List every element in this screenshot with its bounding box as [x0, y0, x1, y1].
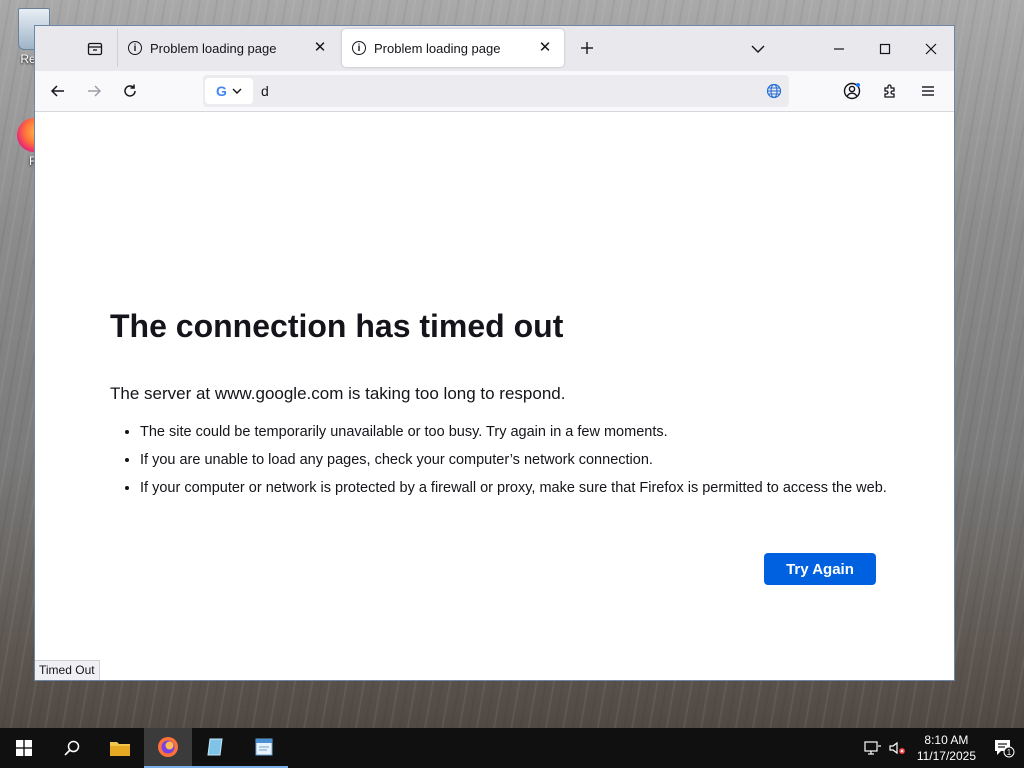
address-input[interactable] — [259, 82, 759, 100]
info-icon: i — [352, 41, 366, 55]
notification-icon: 1 — [995, 740, 1015, 758]
search-button[interactable] — [48, 728, 96, 768]
clock-date: 11/17/2025 — [916, 749, 976, 763]
tab-title: Problem loading page — [374, 40, 501, 56]
taskbar-firefox[interactable] — [144, 728, 192, 768]
notebook-icon — [207, 738, 223, 756]
toolbar-right — [832, 75, 946, 107]
reload-icon — [124, 84, 136, 97]
error-page: The connection has timed out The server … — [35, 112, 954, 680]
tab-title: Problem loading page — [150, 40, 277, 56]
taskbar-app-notes[interactable] — [192, 728, 240, 768]
search-icon — [64, 740, 80, 756]
window-controls — [816, 26, 954, 71]
volume-muted-icon[interactable] — [885, 728, 909, 768]
app-window-icon — [255, 738, 273, 756]
minimize-button[interactable] — [816, 26, 862, 71]
try-again-button[interactable]: Try Again — [764, 553, 876, 585]
forward-button[interactable] — [77, 75, 111, 107]
new-tab-button[interactable] — [567, 29, 607, 67]
chevron-down-icon — [232, 88, 242, 94]
action-center-button[interactable]: 1 — [984, 728, 1024, 768]
list-item: If your computer or network is protected… — [140, 478, 890, 498]
clock-time: 8:10 AM — [924, 733, 969, 747]
error-title: The connection has timed out — [110, 308, 564, 344]
chevron-down-icon — [751, 45, 765, 53]
tab-problem-loading-2[interactable]: i Problem loading page ✕ — [342, 29, 564, 67]
account-button[interactable] — [834, 75, 870, 107]
windows-logo-icon — [16, 740, 32, 756]
taskbar-clock[interactable]: 8:10 AM 11/17/2025 — [917, 732, 976, 764]
back-button[interactable] — [41, 75, 75, 107]
url-bar[interactable]: G — [203, 75, 789, 107]
reload-button[interactable] — [113, 75, 147, 107]
menu-button[interactable] — [910, 75, 946, 107]
globe-icon[interactable] — [759, 83, 789, 99]
network-icon[interactable] — [861, 728, 885, 768]
navigation-toolbar: G — [35, 71, 954, 112]
taskbar-file-explorer[interactable] — [96, 728, 144, 768]
taskbar: 8:10 AM 11/17/2025 1 — [0, 728, 1024, 768]
firefox-icon — [158, 737, 178, 757]
start-button[interactable] — [0, 728, 48, 768]
info-icon: i — [128, 41, 142, 55]
hamburger-menu-icon — [922, 86, 934, 96]
extensions-button[interactable] — [872, 75, 908, 107]
close-icon — [925, 43, 937, 54]
minimize-icon — [834, 47, 844, 50]
notification-count: 1 — [1007, 748, 1012, 757]
plus-icon — [581, 42, 593, 54]
list-all-tabs-button[interactable] — [738, 26, 778, 71]
folder-icon — [110, 742, 130, 756]
firefox-view-button[interactable] — [73, 26, 117, 71]
tab-bar: i Problem loading page ✕ i Problem loadi… — [35, 26, 954, 71]
error-description: The server at www.google.com is taking t… — [110, 384, 566, 403]
search-engine-button[interactable]: G — [205, 78, 253, 104]
close-tab-icon[interactable]: ✕ — [536, 39, 554, 57]
taskbar-app-window[interactable] — [240, 728, 288, 768]
arrow-left-icon — [50, 85, 64, 97]
system-tray: 8:10 AM 11/17/2025 1 — [861, 728, 1024, 768]
google-icon: G — [216, 83, 227, 99]
list-item: The site could be temporarily unavailabl… — [140, 422, 890, 442]
list-item: If you are unable to load any pages, che… — [140, 450, 890, 470]
account-icon — [843, 82, 861, 100]
puzzle-icon — [884, 84, 895, 98]
maximize-icon — [879, 43, 891, 54]
browser-window: i Problem loading page ✕ i Problem loadi… — [34, 25, 955, 681]
arrow-right-icon — [88, 85, 102, 97]
tab-problem-loading-1[interactable]: i Problem loading page ✕ — [117, 29, 339, 67]
status-panel: Timed Out — [35, 660, 100, 680]
close-window-button[interactable] — [908, 26, 954, 71]
firefox-view-icon — [87, 42, 103, 55]
error-suggestions-list: The site could be temporarily unavailabl… — [110, 422, 890, 506]
close-tab-icon[interactable]: ✕ — [311, 39, 329, 57]
maximize-button[interactable] — [862, 26, 908, 71]
